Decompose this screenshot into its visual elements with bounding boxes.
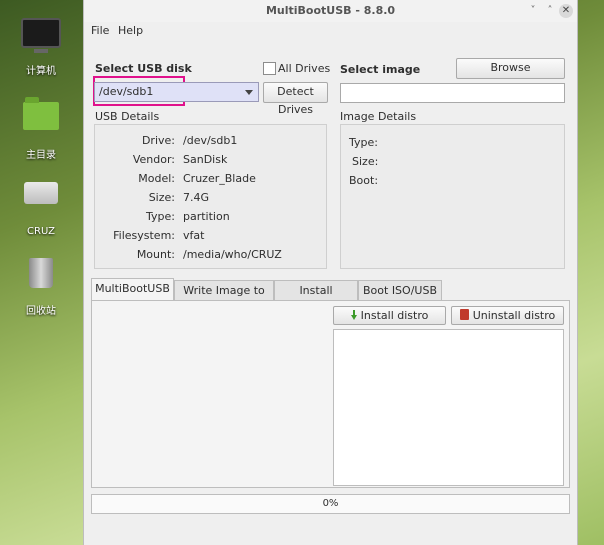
desktop-icon-label: 回收站	[26, 306, 56, 317]
minimize-button[interactable]: ˅	[526, 4, 540, 18]
computer-icon	[21, 18, 61, 58]
all-drives-checkbox[interactable]	[263, 62, 276, 75]
tab-pane-multibootusb: Install distro Uninstall distro	[91, 300, 570, 488]
usb-drive-icon	[21, 182, 61, 222]
folder-icon	[21, 97, 61, 142]
tab-multibootusb[interactable]: MultiBootUSB	[91, 278, 174, 301]
tab-boot-iso-usb[interactable]: Boot ISO/USB	[358, 280, 442, 301]
desktop-icon-label: 计算机	[26, 66, 56, 77]
tab-bar: MultiBootUSB Write Image to disk Install…	[91, 278, 571, 317]
install-distro-button[interactable]: Install distro	[333, 306, 446, 325]
uninstall-distro-button[interactable]: Uninstall distro	[451, 306, 564, 325]
menubar: File Help	[84, 22, 577, 40]
desktop-icon-cruz[interactable]: CRUZ	[12, 172, 70, 237]
chevron-down-icon	[245, 90, 253, 95]
desktop-icon-label: CRUZ	[27, 226, 55, 237]
trash-icon	[459, 309, 469, 320]
tab-install-syslinux[interactable]: Install Syslinux	[274, 280, 358, 317]
close-button[interactable]: ✕	[559, 4, 573, 18]
desktop-icon-home[interactable]: 主目录	[12, 94, 70, 161]
detect-drives-button[interactable]: Detect Drives	[263, 82, 328, 116]
select-image-label: Select image	[340, 63, 421, 76]
tab-write-image[interactable]: Write Image to disk	[174, 280, 274, 317]
window-title: MultiBootUSB - 8.8.0	[265, 4, 396, 17]
image-detail-size: Size:	[352, 155, 379, 168]
trash-icon	[21, 258, 61, 298]
menu-file[interactable]: File	[91, 24, 109, 37]
arrow-down-icon	[350, 310, 357, 320]
select-usb-label: Select USB disk	[95, 62, 192, 75]
usb-disk-selected: /dev/sdb1	[99, 85, 154, 98]
maximize-button[interactable]: ˄	[543, 4, 557, 18]
usb-disk-dropdown[interactable]: /dev/sdb1	[94, 82, 259, 102]
image-details-panel: Type: Size: Boot:	[340, 124, 565, 269]
usb-details-panel: Drive:/dev/sdb1 Vendor: SanDisk Model: Cru…	[94, 124, 327, 269]
menu-help[interactable]: Help	[118, 24, 143, 37]
titlebar[interactable]: MultiBootUSB - 8.8.0 ˅ ˄ ✕	[84, 0, 577, 22]
image-detail-type: Type:	[349, 136, 378, 149]
progress-bar: 0%	[91, 494, 570, 514]
multibootusb-window: MultiBootUSB - 8.8.0 ˅ ˄ ✕ File Help Sel…	[83, 0, 578, 545]
all-drives-label: All Drives	[278, 62, 331, 75]
desktop-icon-label: 主目录	[26, 150, 56, 161]
image-detail-boot: Boot:	[349, 174, 379, 187]
desktop-icon-computer[interactable]: 计算机	[12, 14, 70, 77]
distro-list[interactable]	[333, 329, 564, 486]
image-details-title: Image Details	[340, 110, 417, 123]
browse-button[interactable]: Browse	[456, 58, 565, 79]
image-path-field[interactable]	[340, 83, 565, 103]
usb-details-title: USB Details	[95, 110, 160, 123]
desktop-icon-trash[interactable]: 回收站	[12, 252, 70, 317]
progress-label: 0%	[322, 498, 339, 509]
